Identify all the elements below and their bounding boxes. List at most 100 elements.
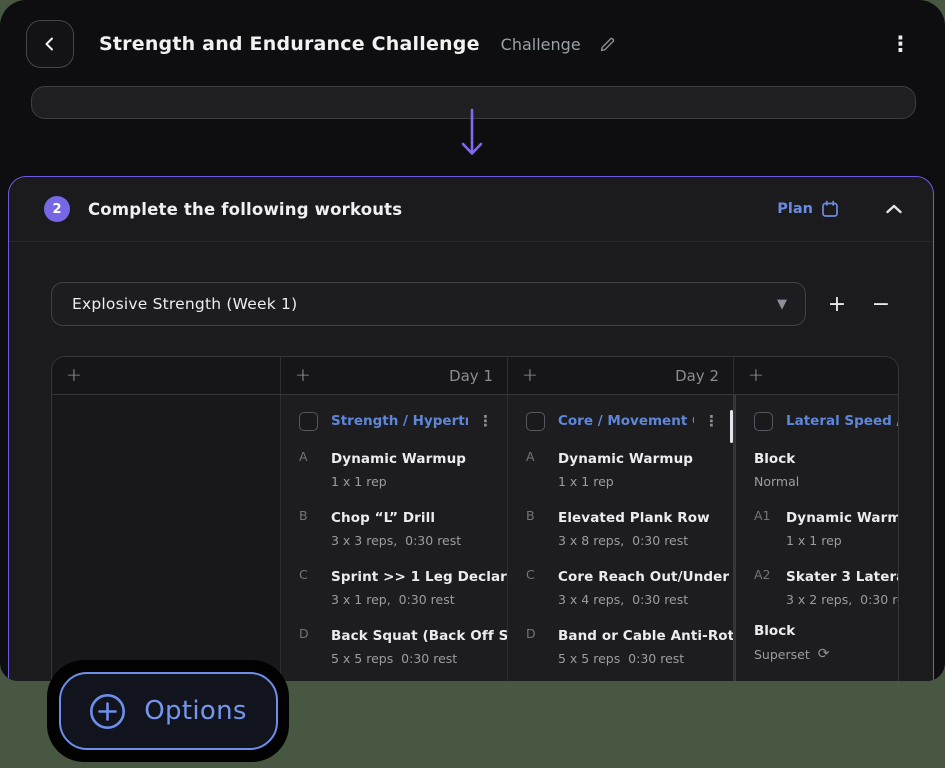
week-select[interactable]: Explosive Strength (Week 1) ▼ <box>51 282 806 326</box>
exercise-row[interactable]: D Back Squat (Back Off Set) 5 x 5 reps 0… <box>299 625 495 666</box>
exercise-detail: 5 x 5 reps 0:30 rest <box>558 651 733 666</box>
exercise-detail: 3 x 4 reps, 0:30 rest <box>558 592 729 607</box>
workout-title-link[interactable]: Strength / Hypertro… <box>331 413 468 429</box>
screenshot-canvas: Strength and Endurance Challenge Challen… <box>0 0 945 768</box>
header-menu-button[interactable]: ⋮ <box>884 30 917 59</box>
board-header-cell: + Day 2 <box>507 357 733 394</box>
exercise-tag: D <box>526 625 558 666</box>
exercise-tag: D <box>299 625 331 666</box>
block-row[interactable]: Block Superset ⟳ <box>754 623 898 662</box>
board-scrollbar-thumb[interactable] <box>730 410 733 443</box>
board-header-cell: + Day 1 <box>280 357 507 394</box>
week-select-value: Explosive Strength (Week 1) <box>72 295 297 313</box>
calendar-icon <box>821 200 839 218</box>
cycle-icon: ⟳ <box>818 646 830 662</box>
workout-title-link[interactable]: Lateral Speed / Ply <box>786 413 898 429</box>
exercise-row[interactable]: A Dynamic Warmup 1 x 1 rep <box>299 448 495 489</box>
exercise-name: Dynamic Warmup <box>558 451 693 467</box>
workout-checkbox[interactable] <box>526 412 545 431</box>
exercise-row[interactable]: C Core Reach Out/Under 3 x 4 reps, 0:30 … <box>526 566 721 607</box>
exercise-detail: 5 x 5 reps 0:30 rest <box>331 651 507 666</box>
options-button-label: Options <box>144 696 246 726</box>
workout-menu-button[interactable]: ⋮ <box>476 414 495 429</box>
exercise-detail: 1 x 1 rep <box>331 474 495 489</box>
exercise-detail: 3 x 3 reps, 0:30 rest <box>331 533 495 548</box>
exercise-detail: 1 x 1 rep <box>786 533 898 548</box>
exercise-tag: B <box>526 507 558 548</box>
exercise-name: Dynamic Warmup <box>786 510 898 526</box>
add-workout-icon[interactable]: + <box>295 366 311 385</box>
app-window: Strength and Endurance Challenge Challen… <box>0 0 945 681</box>
page-title: Strength and Endurance Challenge <box>99 33 480 55</box>
workout-card-header: Lateral Speed / Ply <box>754 407 898 435</box>
workout-card-day2: Core / Movement Q… ⋮ A Dynamic Warmup 1 … <box>507 395 733 681</box>
step-title: Complete the following workouts <box>88 200 402 219</box>
exercise-detail: 1 x 1 rep <box>558 474 721 489</box>
exercise-detail: 3 x 2 reps, 0:30 re <box>786 592 898 607</box>
workout-menu-button[interactable]: ⋮ <box>702 414 721 429</box>
exercise-row[interactable]: D Band or Cable Anti-Rotati… 5 x 5 reps … <box>526 625 721 666</box>
remove-week-button[interactable]: − <box>863 286 899 322</box>
workout-card-day3: Lateral Speed / Ply Block Normal A1 Dyna… <box>733 395 898 681</box>
plan-label: Plan <box>777 201 813 217</box>
workout-card-day1: Strength / Hypertro… ⋮ A Dynamic Warmup … <box>280 395 507 681</box>
chevron-down-icon: ▼ <box>777 297 787 312</box>
day-label: Day 2 <box>675 367 719 385</box>
exercise-tag: B <box>299 507 331 548</box>
exercise-name: Sprint >> 1 Leg Declarations <box>331 569 507 585</box>
exercise-row[interactable]: B Chop “L” Drill 3 x 3 reps, 0:30 rest <box>299 507 495 548</box>
add-week-button[interactable]: + <box>819 286 855 322</box>
exercise-name: Core Reach Out/Under <box>558 569 729 585</box>
exercise-tag: A <box>299 448 331 489</box>
collapse-step-button[interactable] <box>885 203 903 215</box>
exercise-row[interactable]: A Dynamic Warmup 1 x 1 rep <box>526 448 721 489</box>
exercise-name: Elevated Plank Row <box>558 510 710 526</box>
circled-plus-icon <box>89 693 126 730</box>
exercise-name: Back Squat (Back Off Set) <box>331 628 507 644</box>
options-button-highlight-ring: Options <box>47 660 289 762</box>
exercise-tag: A1 <box>754 507 786 548</box>
exercise-detail: 3 x 1 rep, 0:30 rest <box>331 592 507 607</box>
block-label: Block <box>754 451 898 467</box>
workout-card-header: Core / Movement Q… ⋮ <box>526 407 721 435</box>
exercise-row[interactable]: B Elevated Plank Row 3 x 8 reps, 0:30 re… <box>526 507 721 548</box>
block-label: Block <box>754 623 898 639</box>
exercise-row[interactable]: C Sprint >> 1 Leg Declarations 3 x 1 rep… <box>299 566 495 607</box>
workout-board: + + Day 1 + Day 2 + <box>51 356 899 681</box>
exercise-tag: A2 <box>754 566 786 607</box>
workout-checkbox[interactable] <box>754 412 773 431</box>
back-button[interactable] <box>26 20 74 68</box>
add-workout-icon[interactable]: + <box>522 366 538 385</box>
options-button[interactable]: Options <box>59 672 278 750</box>
add-workout-icon[interactable]: + <box>748 366 764 385</box>
workout-title-link[interactable]: Core / Movement Q… <box>558 413 694 429</box>
workout-card-header: Strength / Hypertro… ⋮ <box>299 407 495 435</box>
pencil-icon <box>599 36 616 53</box>
board-body-row: Strength / Hypertro… ⋮ A Dynamic Warmup … <box>52 395 898 681</box>
chevron-up-icon <box>885 203 903 215</box>
chevron-left-icon <box>42 36 58 52</box>
board-header-row: + + Day 1 + Day 2 + <box>52 357 898 395</box>
week-selector-row: Explosive Strength (Week 1) ▼ + − <box>51 282 907 326</box>
workout-checkbox[interactable] <box>299 412 318 431</box>
exercise-name: Skater 3 Lateral Ho <box>786 569 898 585</box>
edit-title-button[interactable] <box>599 36 616 53</box>
board-header-cell: + <box>733 357 898 394</box>
exercise-row[interactable]: A1 Dynamic Warmup 1 x 1 rep <box>754 507 898 548</box>
block-row[interactable]: Block Normal <box>754 451 898 489</box>
exercise-row[interactable]: A2 Skater 3 Lateral Ho 3 x 2 reps, 0:30 … <box>754 566 898 607</box>
empty-day-cell <box>52 395 280 681</box>
app-header: Strength and Endurance Challenge Challen… <box>26 21 917 67</box>
exercise-name: Chop “L” Drill <box>331 510 435 526</box>
board-header-cell: + <box>52 357 280 394</box>
exercise-tag: C <box>299 566 331 607</box>
add-workout-icon[interactable]: + <box>66 366 82 385</box>
challenge-type-label: Challenge <box>501 35 581 54</box>
block-type: Normal <box>754 474 898 489</box>
step-number-badge: 2 <box>44 196 70 222</box>
exercise-name: Band or Cable Anti-Rotati… <box>558 628 733 644</box>
exercise-tag: C <box>526 566 558 607</box>
exercise-name: Dynamic Warmup <box>331 451 466 467</box>
plan-button[interactable]: Plan <box>777 200 839 218</box>
step-2-card: 2 Complete the following workouts Plan <box>8 176 934 681</box>
